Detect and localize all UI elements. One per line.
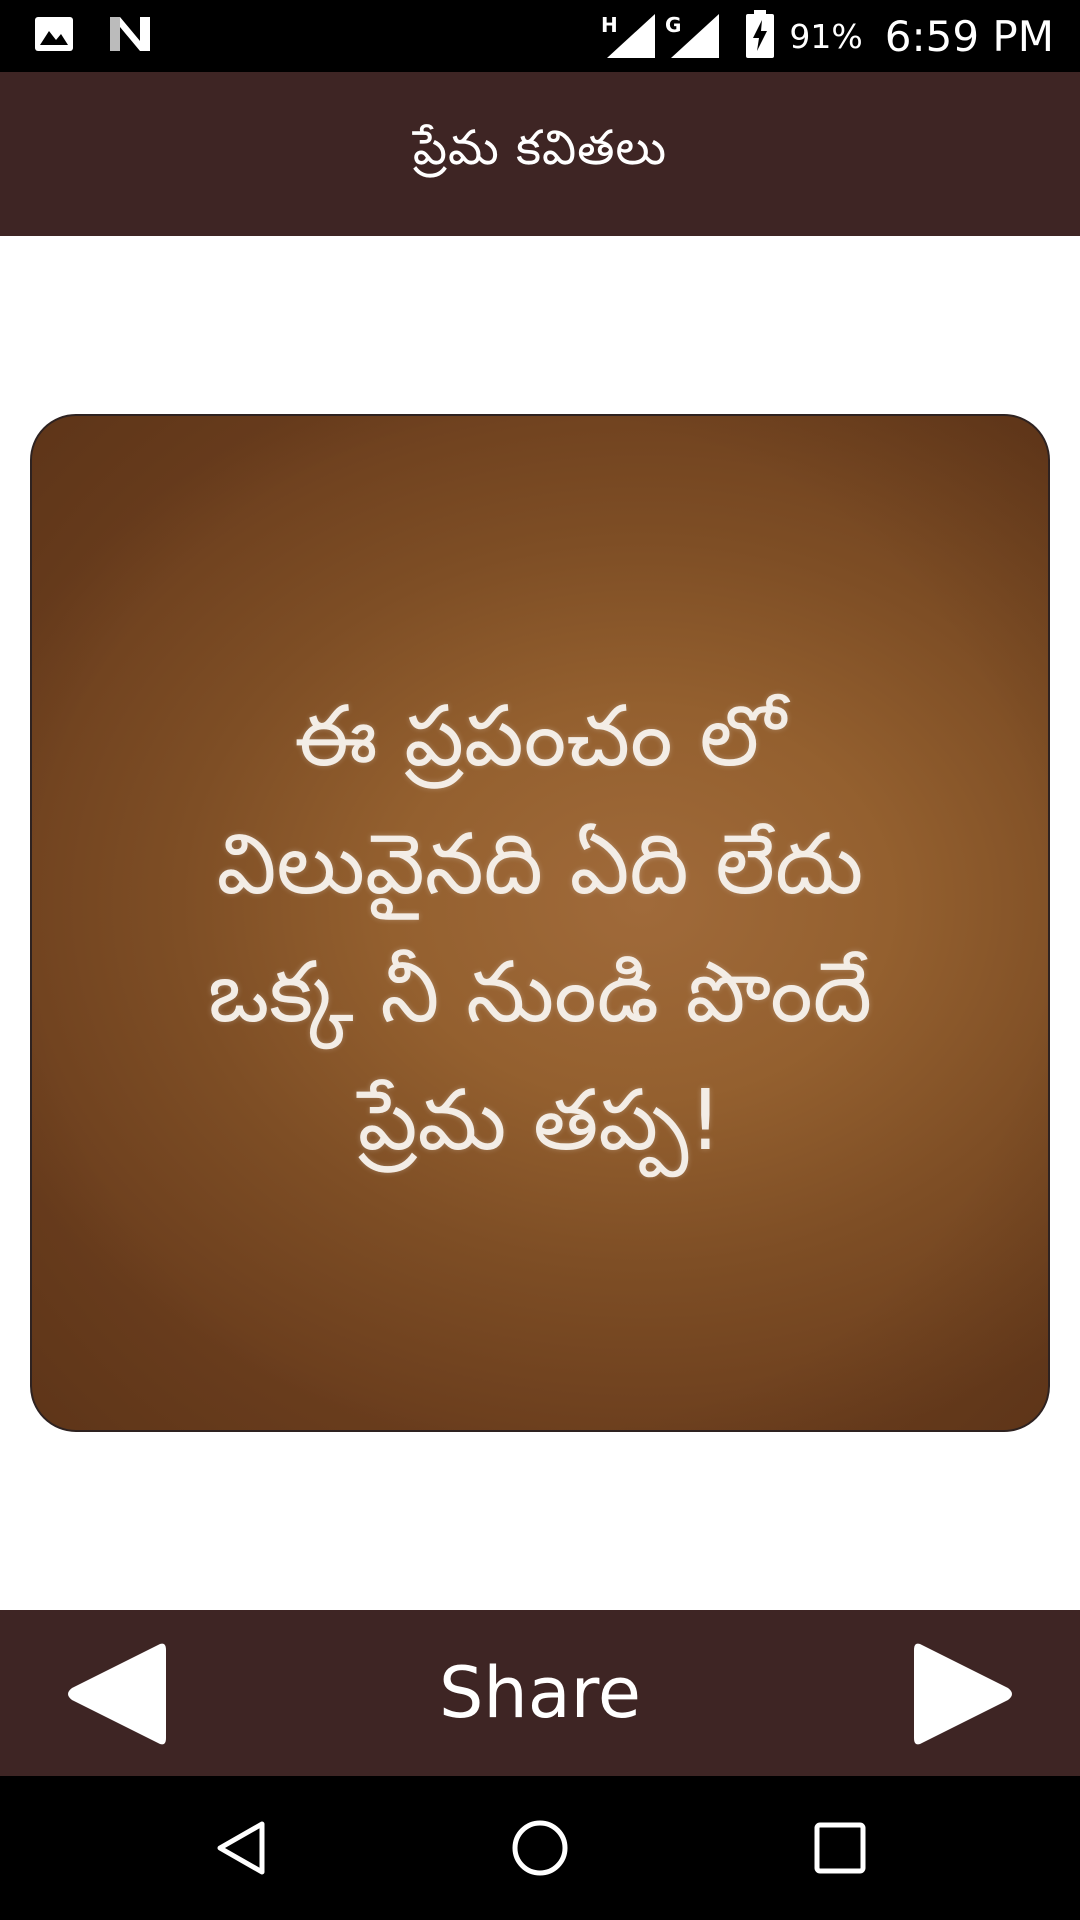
quote-line: ప్రేమ తప్ప! (357, 1071, 723, 1169)
quote-line: ఒక్క నీ నుండి పొందే (207, 943, 873, 1041)
quote-line: విలువైనది ఏది లేదు (216, 815, 864, 913)
status-time: 6:59 PM (884, 11, 1054, 61)
signal-g-icon: G (663, 10, 723, 62)
triangle-left-icon (68, 1643, 166, 1745)
quote-line: ఈ ప్రపంచం లో (294, 687, 786, 785)
status-bar: H G 91% 6:59 PM (0, 0, 1080, 72)
svg-text:G: G (665, 13, 681, 37)
status-notifications (34, 14, 152, 58)
battery-charging-icon (745, 9, 775, 63)
page-title: ప్రేమ కవితలు (412, 120, 668, 176)
previous-button[interactable] (60, 1634, 170, 1754)
next-button[interactable] (910, 1634, 1020, 1754)
content-area: ఈ ప్రపంచం లో విలువైనది ఏది లేదు ఒక్క నీ … (0, 236, 1080, 1610)
quote-text: ఈ ప్రపంచం లో విలువైనది ఏది లేదు ఒక్క నీ … (208, 672, 872, 1184)
signal-h-icon: H (599, 10, 659, 62)
svg-text:H: H (601, 13, 618, 37)
back-button[interactable] (212, 1818, 272, 1878)
home-icon (512, 1820, 568, 1876)
battery-percentage: 91% (789, 16, 863, 56)
share-button[interactable]: Share (390, 1638, 690, 1748)
system-navigation-bar (0, 1776, 1080, 1920)
triangle-right-icon (914, 1643, 1012, 1745)
recents-icon (814, 1822, 866, 1874)
n-app-icon (108, 15, 152, 57)
app-toolbar: ప్రేమ కవితలు (0, 72, 1080, 236)
back-icon (217, 1821, 265, 1875)
status-system: H G 91% 6:59 PM (599, 10, 1054, 62)
home-button[interactable] (510, 1818, 570, 1878)
bottom-action-bar: Share (0, 1610, 1080, 1776)
image-icon (34, 16, 74, 56)
recents-button[interactable] (810, 1818, 870, 1878)
quote-image-card: ఈ ప్రపంచం లో విలువైనది ఏది లేదు ఒక్క నీ … (30, 414, 1050, 1432)
